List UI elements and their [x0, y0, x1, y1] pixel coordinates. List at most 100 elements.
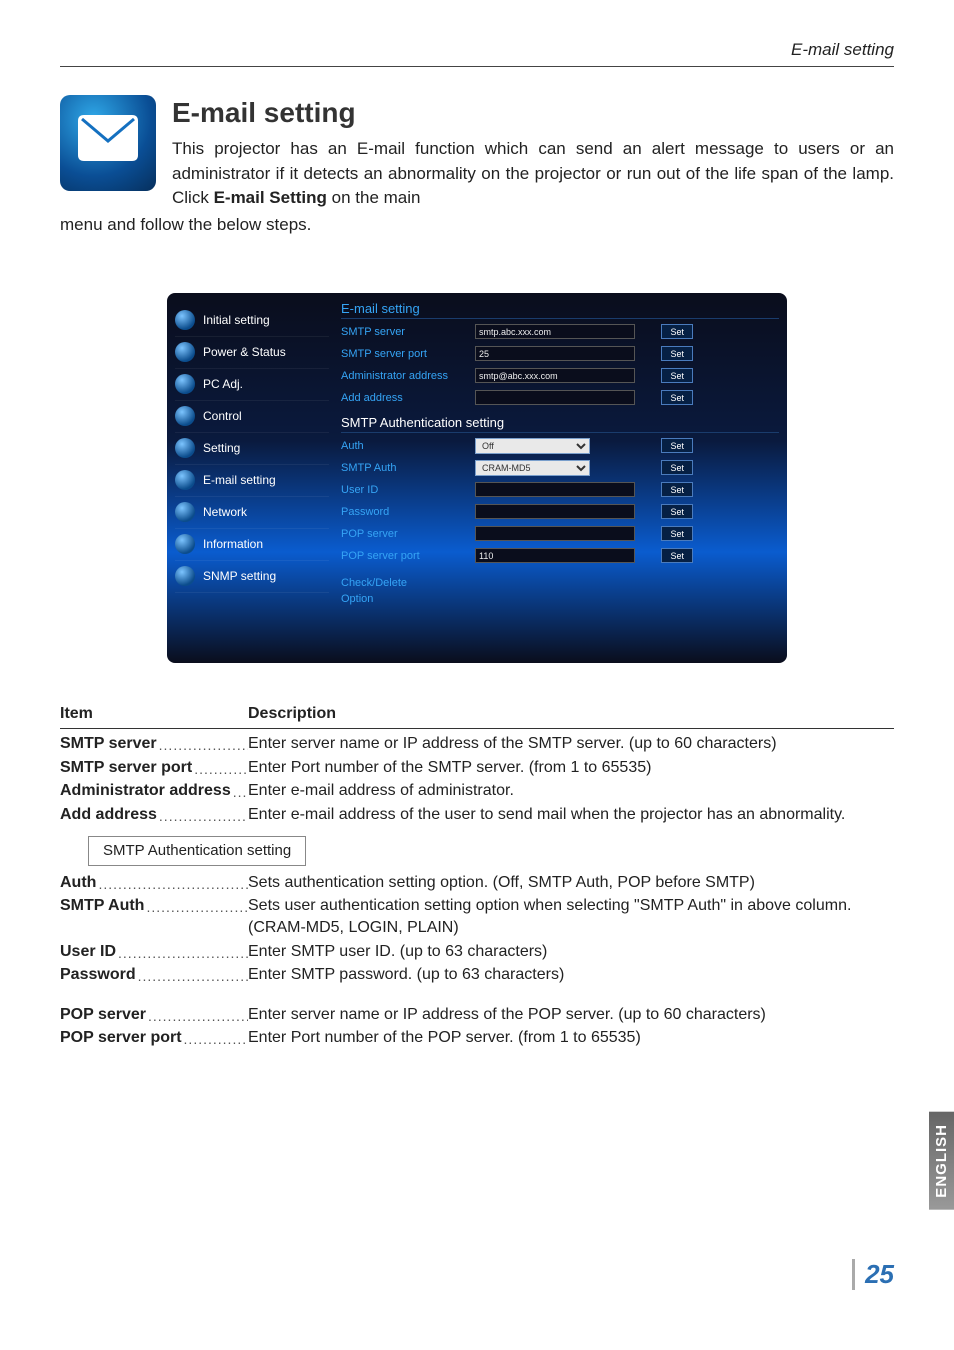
form-row: Auth Off Set — [341, 435, 779, 457]
sidebar-item-label: Network — [203, 505, 247, 519]
sidebar-item-label: Setting — [203, 441, 240, 455]
field-label: Add address — [341, 392, 469, 404]
desc-row: SMTP server.............................… — [60, 733, 894, 755]
set-button[interactable]: Set — [661, 390, 693, 405]
form-row: POP server port Set — [341, 545, 779, 567]
sidebar-item[interactable]: E-mail setting — [175, 465, 329, 497]
text-input[interactable] — [475, 390, 635, 405]
sidebar-item[interactable]: Information — [175, 529, 329, 561]
item-term: SMTP server port — [60, 757, 192, 779]
section1-title: E-mail setting — [341, 301, 779, 319]
intro-paragraph: This projector has an E-mail function wh… — [60, 137, 894, 211]
leader-dots: ........................................… — [233, 783, 248, 805]
set-button[interactable]: Set — [661, 438, 693, 453]
form-row: PasswordSet — [341, 501, 779, 523]
page-title: E-mail setting — [60, 97, 894, 129]
check-delete-link[interactable]: Check/Delete — [341, 575, 461, 591]
column-header-item: Item — [60, 703, 248, 725]
email-icon — [60, 95, 156, 191]
text-input[interactable] — [475, 526, 635, 541]
sidebar-item[interactable]: Setting — [175, 433, 329, 465]
leader-dots: ........................................… — [146, 898, 248, 920]
text-input[interactable] — [475, 482, 635, 497]
sidebar-item[interactable]: Power & Status — [175, 337, 329, 369]
sidebar-icon — [175, 470, 195, 490]
leader-dots: ........................................… — [98, 875, 248, 897]
item-description: Enter SMTP password. (up to 63 character… — [248, 964, 894, 986]
set-button[interactable]: Set — [661, 548, 693, 563]
sidebar-icon — [175, 342, 195, 362]
sidebar-item[interactable]: Control — [175, 401, 329, 433]
item-description: Enter e-mail address of the user to send… — [248, 804, 894, 826]
form-row: SMTP AuthCRAM-MD5Set — [341, 457, 779, 479]
sidebar-item[interactable]: Network — [175, 497, 329, 529]
leader-dots: ........................................… — [159, 736, 248, 758]
select-input[interactable]: CRAM-MD5 — [475, 460, 590, 476]
leader-dots: ........................................… — [148, 1007, 248, 1029]
settings-screenshot: Initial setting Power & Status PC Adj. Cont… — [167, 293, 787, 663]
item-description: Enter Port number of the SMTP server. (f… — [248, 757, 894, 779]
field-label: SMTP server — [341, 326, 469, 338]
select-input[interactable]: Off — [475, 438, 590, 454]
form-row: SMTP server Set — [341, 321, 779, 343]
item-term: Add address — [60, 804, 157, 826]
form-row: Add address Set — [341, 387, 779, 409]
text-input[interactable] — [475, 548, 635, 563]
intro-text-2: on the main — [327, 188, 421, 207]
field-label: User ID — [341, 484, 469, 496]
sidebar-item[interactable]: SNMP setting — [175, 561, 329, 593]
desc-row: Add address.............................… — [60, 804, 894, 826]
sidebar-icon — [175, 534, 195, 554]
desc-row: Password................................… — [60, 964, 894, 986]
sidebar-item-label: Initial setting — [203, 313, 270, 327]
item-term: Administrator address — [60, 780, 231, 802]
set-button[interactable]: Set — [661, 368, 693, 383]
desc-row: User ID.................................… — [60, 941, 894, 963]
sidebar-item-label: SNMP setting — [203, 569, 276, 583]
desc-row: SMTP server port........................… — [60, 757, 894, 779]
item-term: SMTP Auth — [60, 895, 144, 917]
option-link[interactable]: Option — [341, 591, 461, 607]
intro-continuation: menu and follow the below steps. — [60, 211, 894, 238]
set-button[interactable]: Set — [661, 346, 693, 361]
leader-dots: ........................................… — [159, 807, 248, 829]
sidebar-item-label: Power & Status — [203, 345, 286, 359]
sidebar-item-label: Control — [203, 409, 242, 423]
leader-dots: ........................................… — [194, 760, 248, 782]
leader-dots: ........................................… — [138, 967, 248, 989]
sidebar-icon — [175, 310, 195, 330]
text-input[interactable] — [475, 324, 635, 339]
text-input[interactable] — [475, 368, 635, 383]
item-term: User ID — [60, 941, 116, 963]
desc-row: POP server port.........................… — [60, 1027, 894, 1049]
form-row: SMTP server port Set — [341, 343, 779, 365]
form-row: User ID Set — [341, 479, 779, 501]
desc-row: POP server..............................… — [60, 1004, 894, 1026]
item-description: Enter server name or IP address of the S… — [248, 733, 894, 755]
sidebar-item-label: E-mail setting — [203, 473, 276, 487]
sidebar-item[interactable]: PC Adj. — [175, 369, 329, 401]
set-button[interactable]: Set — [661, 526, 693, 541]
sidebar-item-label: Information — [203, 537, 263, 551]
intro-bold: E-mail Setting — [214, 188, 327, 207]
leader-dots: ........................................… — [184, 1030, 248, 1052]
sidebar-item[interactable]: Initial setting — [175, 305, 329, 337]
page-number: 25 — [852, 1259, 894, 1290]
sidebar-item-label: PC Adj. — [203, 377, 243, 391]
set-button[interactable]: Set — [661, 504, 693, 519]
settings-sidebar: Initial setting Power & Status PC Adj. Cont… — [167, 301, 335, 651]
text-input[interactable] — [475, 346, 635, 361]
settings-content: E-mail setting SMTP serverSetSMTP server… — [335, 301, 787, 651]
description-section: Item Description SMTP server............… — [60, 703, 894, 1049]
set-button[interactable]: Set — [661, 482, 693, 497]
set-button[interactable]: Set — [661, 324, 693, 339]
field-label: Auth — [341, 440, 469, 452]
text-input[interactable] — [475, 504, 635, 519]
field-label: SMTP server port — [341, 348, 469, 360]
sidebar-icon — [175, 374, 195, 394]
set-button[interactable]: Set — [661, 460, 693, 475]
sub-heading-smtp-auth: SMTP Authentication setting — [88, 836, 306, 866]
sidebar-icon — [175, 406, 195, 426]
column-header-description: Description — [248, 703, 336, 725]
field-label: POP server port — [341, 550, 469, 562]
